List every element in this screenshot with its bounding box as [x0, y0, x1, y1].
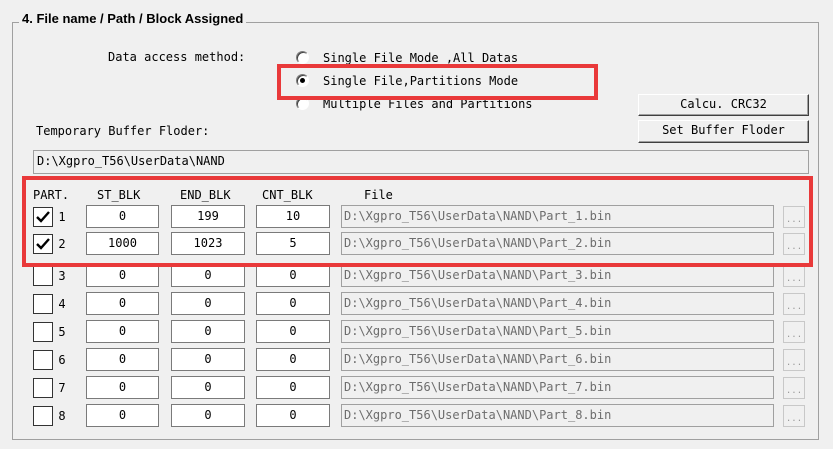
highlight-partition-mode — [277, 64, 598, 100]
partition-number: 5 — [58, 325, 66, 339]
highlight-active-partitions — [22, 176, 813, 267]
st-blk-input[interactable]: 0 — [86, 348, 159, 371]
partition-checkbox[interactable] — [33, 406, 53, 426]
partition-checkbox[interactable] — [33, 294, 53, 314]
file-path-input[interactable]: D:\Xgpro_T56\UserData\NAND\Part_7.bin — [341, 376, 774, 399]
group-title: 4. File name / Path / Block Assigned — [19, 11, 247, 27]
partition-number: 8 — [58, 409, 66, 423]
calc-crc32-button[interactable]: Calcu. CRC32 — [638, 94, 809, 116]
end-blk-input[interactable]: 0 — [171, 292, 245, 315]
browse-button[interactable]: ... — [783, 265, 805, 287]
table-row: 7 0 0 0 D:\Xgpro_T56\UserData\NAND\Part_7.bi… — [33, 375, 809, 401]
cnt-blk-input[interactable]: 0 — [256, 292, 330, 315]
browse-button[interactable]: ... — [783, 321, 805, 343]
end-blk-input[interactable]: 0 — [171, 348, 245, 371]
partition-checkbox[interactable] — [33, 322, 53, 342]
set-buffer-folder-button[interactable]: Set Buffer Floder — [638, 120, 809, 143]
st-blk-input[interactable]: 0 — [86, 264, 159, 287]
partition-number: 4 — [58, 297, 66, 311]
end-blk-input[interactable]: 0 — [171, 404, 245, 427]
browse-button[interactable]: ... — [783, 377, 805, 399]
end-blk-input[interactable]: 0 — [171, 376, 245, 399]
st-blk-input[interactable]: 0 — [86, 404, 159, 427]
st-blk-input[interactable]: 0 — [86, 320, 159, 343]
cnt-blk-input[interactable]: 0 — [256, 404, 330, 427]
cnt-blk-input[interactable]: 0 — [256, 348, 330, 371]
partition-checkbox[interactable] — [33, 378, 53, 398]
end-blk-input[interactable]: 0 — [171, 320, 245, 343]
partition-number: 6 — [58, 353, 66, 367]
partition-checkbox[interactable] — [33, 350, 53, 370]
partition-number: 7 — [58, 381, 66, 395]
file-path-input[interactable]: D:\Xgpro_T56\UserData\NAND\Part_8.bin — [341, 404, 774, 427]
partition-number: 3 — [58, 269, 66, 283]
cnt-blk-input[interactable]: 0 — [256, 320, 330, 343]
table-row: 4 0 0 0 D:\Xgpro_T56\UserData\NAND\Part_4.bi… — [33, 291, 809, 317]
end-blk-input[interactable]: 0 — [171, 264, 245, 287]
temp-buffer-label: Temporary Buffer Floder: — [36, 124, 210, 138]
file-path-input[interactable]: D:\Xgpro_T56\UserData\NAND\Part_5.bin — [341, 320, 774, 343]
file-path-input[interactable]: D:\Xgpro_T56\UserData\NAND\Part_3.bin — [341, 264, 774, 287]
table-row: 5 0 0 0 D:\Xgpro_T56\UserData\NAND\Part_5.bi… — [33, 319, 809, 345]
file-path-input[interactable]: D:\Xgpro_T56\UserData\NAND\Part_6.bin — [341, 348, 774, 371]
partition-checkbox[interactable] — [33, 266, 53, 286]
table-row: 8 0 0 0 D:\Xgpro_T56\UserData\NAND\Part_8.bi… — [33, 403, 809, 429]
st-blk-input[interactable]: 0 — [86, 376, 159, 399]
buffer-path-field[interactable]: D:\Xgpro_T56\UserData\NAND — [33, 150, 809, 174]
st-blk-input[interactable]: 0 — [86, 292, 159, 315]
file-path-input[interactable]: D:\Xgpro_T56\UserData\NAND\Part_4.bin — [341, 292, 774, 315]
browse-button[interactable]: ... — [783, 349, 805, 371]
browse-button[interactable]: ... — [783, 293, 805, 315]
browse-button[interactable]: ... — [783, 405, 805, 427]
table-row: 6 0 0 0 D:\Xgpro_T56\UserData\NAND\Part_6.bi… — [33, 347, 809, 373]
access-method-label: Data access method: — [108, 50, 246, 64]
radio-single-file-all-datas[interactable] — [296, 51, 309, 64]
cnt-blk-input[interactable]: 0 — [256, 376, 330, 399]
cnt-blk-input[interactable]: 0 — [256, 264, 330, 287]
